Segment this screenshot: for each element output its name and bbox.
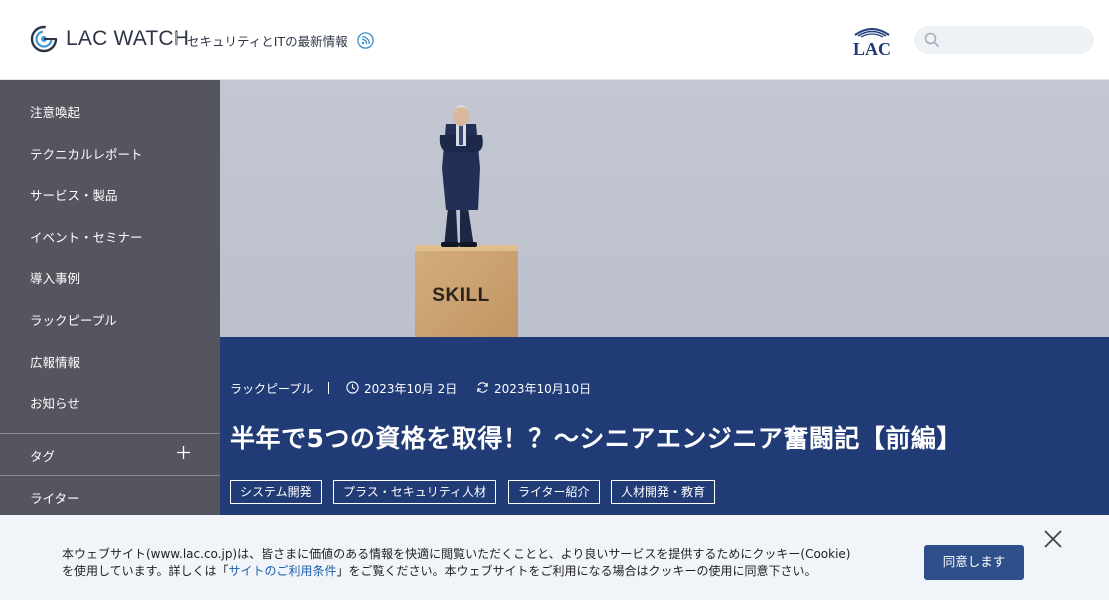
article-hero: SKILL ラックピープル 2023年10月 2日 2023年10月10日 半年…: [220, 80, 1109, 515]
article-title-panel: ラックピープル 2023年10月 2日 2023年10月10日 半年で5つの資格…: [220, 337, 1109, 515]
plus-icon[interactable]: [176, 445, 191, 460]
site-logo[interactable]: LAC WATCH: [30, 25, 189, 53]
sidebar-item-alerts[interactable]: 注意喚起: [30, 102, 80, 121]
logo-mark-icon: [30, 25, 58, 53]
tag-plus-security-talent[interactable]: プラス・セキュリティ人材: [333, 480, 497, 504]
skill-block-text: SKILL: [432, 285, 489, 306]
tag-writer-introduction[interactable]: ライター紹介: [508, 480, 600, 504]
sidebar-item-tags[interactable]: タグ: [30, 446, 55, 465]
sidebar-item-news[interactable]: お知らせ: [30, 393, 80, 412]
cookie-consent-banner: 本ウェブサイト(www.lac.co.jp)は、皆さまに価値のある情報を快適に閲…: [0, 515, 1109, 600]
updated-date: 2023年10月10日: [494, 382, 592, 396]
site-tagline: セキュリティとITの最新情報: [187, 34, 348, 49]
tag-hr-development-education[interactable]: 人材開発・教育: [611, 480, 716, 504]
sidebar-item-lac-people[interactable]: ラックピープル: [30, 310, 117, 329]
sidebar-item-writers[interactable]: ライター: [30, 488, 80, 507]
search-input[interactable]: [914, 26, 1094, 54]
cookie-text-before-link: を使用しています。詳しくは「: [62, 564, 229, 578]
site-header: LAC WATCH セキュリティとITの最新情報 LAC: [0, 0, 1109, 80]
refresh-icon: [477, 382, 488, 393]
sidebar-divider: [0, 433, 220, 434]
sidebar-divider: [0, 475, 220, 476]
cookie-message-line2: を使用しています。詳しくは「サイトのご利用条件」をご覧ください。本ウェブサイトを…: [62, 563, 851, 580]
lac-logo-text: LAC: [853, 39, 891, 58]
clock-icon: [346, 381, 359, 394]
cookie-message-line1: 本ウェブサイト(www.lac.co.jp)は、皆さまに価値のある情報を快適に閲…: [62, 547, 851, 561]
article-title: 半年で5つの資格を取得！？～シニアエンジニア奮闘記【前編】: [230, 424, 962, 453]
sidebar-item-pr-info[interactable]: 広報情報: [30, 352, 80, 371]
rss-icon[interactable]: [357, 32, 374, 49]
sidebar-item-events-seminars[interactable]: イベント・セミナー: [30, 227, 143, 246]
meta-separator: [328, 382, 329, 394]
agree-button[interactable]: 同意します: [924, 545, 1024, 580]
article-category[interactable]: ラックピープル: [230, 380, 313, 397]
sidebar-item-technical-report[interactable]: テクニカルレポート: [30, 144, 143, 163]
search-icon: [924, 32, 940, 48]
tag-system-development[interactable]: システム開発: [230, 480, 322, 504]
cookie-text-after-link: 」をご覧ください。本ウェブサイトをご利用になる場合はクッキーの使用に同意下さい。: [336, 564, 817, 578]
sidebar-item-case-studies[interactable]: 導入事例: [30, 268, 80, 287]
tagline-divider: [176, 32, 177, 46]
close-icon[interactable]: [1043, 529, 1063, 549]
logo-text: LAC WATCH: [66, 27, 190, 50]
terms-of-use-link[interactable]: サイトのご利用条件: [228, 564, 336, 578]
published-date: 2023年10月 2日: [364, 382, 458, 396]
sidebar-item-services-products[interactable]: サービス・製品: [30, 185, 118, 204]
cookie-message: 本ウェブサイト(www.lac.co.jp)は、皆さまに価値のある情報を快適に閲…: [62, 546, 851, 580]
lac-brand-logo[interactable]: LAC: [849, 24, 895, 58]
